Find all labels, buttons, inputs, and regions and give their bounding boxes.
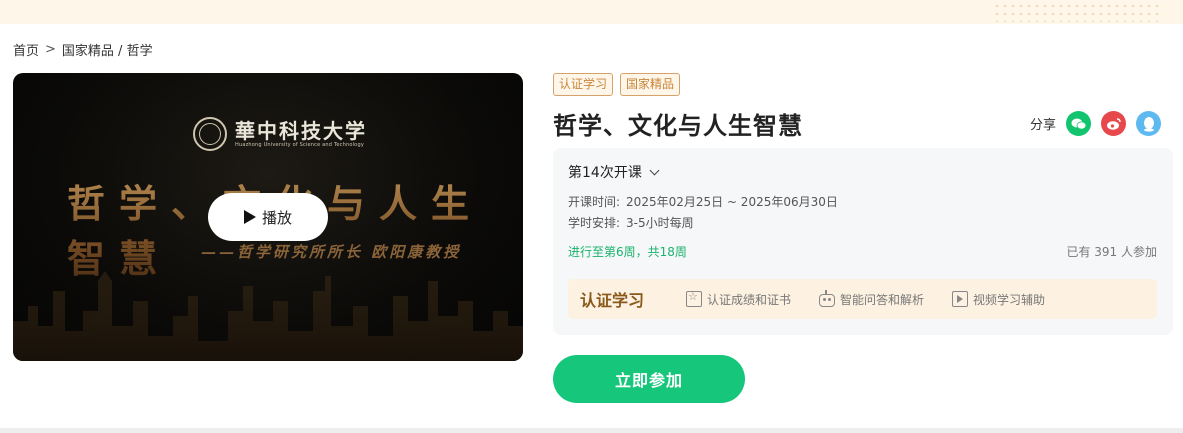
tag-certified: 认证学习	[553, 73, 614, 96]
course-video-player[interactable]: 華中科技大学 Huazhong University of Science an…	[13, 73, 523, 361]
top-banner-band	[0, 0, 1183, 24]
course-progress-text: 进行至第6周，共18周	[568, 245, 687, 259]
share-label: 分享	[1030, 118, 1057, 133]
feature-ai-qa: 智能问答和解析	[819, 290, 925, 308]
course-info-panel: 第14次开课 开课时间: 2025年02月25日 ~ 2025年06月30日 学时…	[553, 148, 1173, 335]
feature-video-assist-label: 视频学习辅助	[973, 292, 1046, 307]
schedule-label: 学时安排:	[568, 216, 621, 230]
breadcrumb-category-link[interactable]: 国家精品 / 哲学	[62, 40, 153, 59]
university-logo-block: 華中科技大学 Huazhong University of Science an…	[193, 117, 367, 151]
participants-count: 已有 391 人参加	[1066, 245, 1157, 259]
certification-bar: 认证学习 认证成绩和证书 智能问答和解析 视频学习辅助	[568, 279, 1157, 319]
play-button-label: 播放	[261, 208, 292, 227]
breadcrumb-separator: >	[45, 42, 56, 57]
robot-icon	[819, 290, 836, 307]
university-name-cn: 華中科技大学	[235, 119, 367, 143]
play-button[interactable]: 播放	[208, 193, 328, 241]
tag-national-quality: 国家精品	[620, 73, 681, 96]
schedule-value: 3-5小时每周	[626, 216, 694, 230]
course-time-value: 2025年02月25日 ~ 2025年06月30日	[626, 195, 838, 209]
course-time-row: 开课时间: 2025年02月25日 ~ 2025年06月30日	[568, 193, 838, 210]
share-bar: 分享	[1030, 111, 1162, 136]
course-title: 哲学、文化与人生智慧	[553, 112, 803, 140]
certification-title: 认证学习	[580, 291, 645, 310]
university-name-en: Huazhong University of Science and Techn…	[235, 142, 364, 148]
breadcrumb-home-link[interactable]: 首页	[13, 40, 39, 59]
video-cover-subtitle: ——哲学研究所所长 欧阳康教授	[201, 243, 462, 261]
course-tags: 认证学习 国家精品	[553, 73, 681, 96]
video-icon	[952, 291, 969, 307]
join-now-button[interactable]: 立即参加	[553, 355, 745, 403]
bottom-divider	[0, 428, 1183, 433]
session-label: 第14次开课	[568, 165, 642, 181]
course-time-label: 开课时间:	[568, 195, 621, 209]
session-selector[interactable]: 第14次开课	[568, 162, 660, 182]
weibo-icon[interactable]	[1101, 111, 1127, 136]
play-icon	[243, 210, 256, 224]
schedule-row: 学时安排: 3-5小时每周	[568, 214, 694, 231]
breadcrumb: 首页 > 国家精品 / 哲学	[13, 40, 153, 59]
chevron-down-icon	[649, 165, 660, 175]
decorative-dots	[993, 2, 1163, 22]
certificate-icon	[686, 290, 703, 307]
feature-video-assist: 视频学习辅助	[952, 291, 1045, 308]
wechat-icon[interactable]	[1066, 111, 1092, 136]
feature-certificate-label: 认证成绩和证书	[707, 292, 792, 307]
qq-icon[interactable]	[1136, 111, 1162, 136]
feature-ai-qa-label: 智能问答和解析	[840, 292, 925, 307]
university-seal-icon	[193, 117, 227, 151]
feature-certificate: 认证成绩和证书	[686, 290, 792, 308]
